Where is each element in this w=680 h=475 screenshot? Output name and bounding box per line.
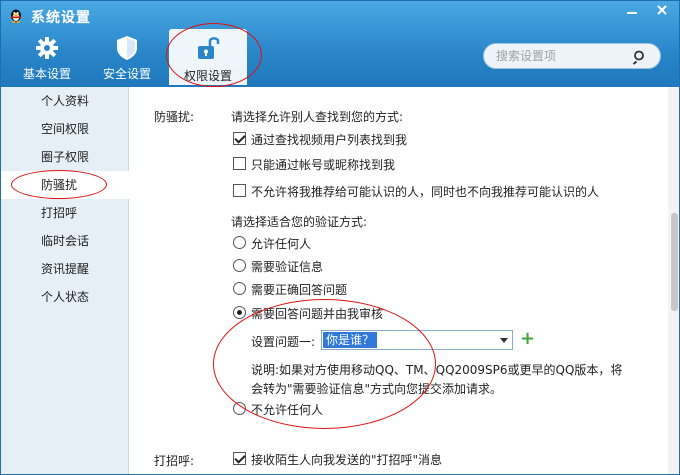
content-scrollbar[interactable] — [668, 87, 679, 474]
sidebar-item-profile[interactable]: 个人资料 — [1, 87, 129, 115]
add-question-icon[interactable]: + — [520, 330, 535, 348]
title-bar: 系统设置 — [1, 1, 679, 29]
tab-permission-settings[interactable]: 权限设置 — [169, 29, 247, 85]
greeting-receive-checkbox[interactable] — [233, 452, 246, 465]
section-label-harassment: 防骚扰: — [154, 110, 195, 124]
search-box[interactable] — [483, 43, 661, 69]
section-label-greeting: 打招呼: — [154, 454, 195, 468]
close-button[interactable] — [649, 3, 675, 23]
settings-content: 防骚扰: 请选择允许别人查找到您的方式: 通过查找视频用户列表找到我 只能通过帐… — [130, 87, 668, 474]
verify-method-prompt: 请选择适合您的验证方式: — [231, 215, 368, 229]
sidebar-item-greeting[interactable]: 打招呼 — [1, 199, 129, 227]
verify-option-label[interactable]: 需要正确回答问题 — [251, 281, 347, 298]
tab-basic-settings[interactable]: 基本设置 — [11, 31, 83, 83]
verify-option-label[interactable]: 不允许任何人 — [251, 401, 323, 418]
question-select-value: 你是谁？ — [323, 332, 378, 348]
find-option-video-list-checkbox[interactable] — [233, 132, 246, 145]
search-input[interactable] — [496, 48, 636, 64]
find-option-label[interactable]: 只能通过帐号或昵称找到我 — [251, 156, 395, 173]
sidebar-item-news-alert[interactable]: 资讯提醒 — [1, 255, 129, 283]
qq-penguin-icon — [11, 9, 21, 23]
verify-option-label[interactable]: 允许任何人 — [251, 235, 311, 252]
header-bar: 系统设置 基本设置 安全设置 权限设置 搜索设置项 — [1, 1, 679, 87]
sidebar-item-personal-status[interactable]: 个人状态 — [1, 283, 129, 311]
tab-label: 基本设置 — [22, 67, 71, 81]
find-option-label[interactable]: 通过查找视频用户列表找到我 — [251, 131, 407, 148]
verification-note-line1: 说明:如果对方使用移动QQ、TM、QQ2009SP6或更早的QQ版本，将 — [251, 363, 623, 377]
close-icon — [657, 5, 667, 15]
minimize-button[interactable] — [619, 3, 645, 23]
greeting-option-label[interactable]: 接收陌生人向我发送的"打招呼"消息 — [251, 451, 442, 468]
question-label: 设置问题一: — [251, 335, 316, 349]
gear-icon — [36, 37, 58, 59]
sidebar: 个人资料 空间权限 圈子权限 防骚扰 打招呼 临时会话 资讯提醒 个人状态 — [1, 87, 129, 474]
sidebar-item-anti-harassment[interactable]: 防骚扰 — [1, 171, 129, 199]
tab-security-settings[interactable]: 安全设置 — [91, 31, 163, 83]
settings-window: 系统设置 基本设置 安全设置 权限设置 搜索设置项 个人资料 空间权限 圈子权限… — [0, 0, 680, 475]
find-option-account-only-checkbox[interactable] — [233, 157, 246, 170]
scroll-thumb[interactable] — [671, 213, 678, 311]
verify-correct-answer-radio[interactable] — [233, 282, 246, 295]
minimize-icon — [627, 12, 637, 14]
verify-option-label[interactable]: 需要验证信息 — [251, 258, 323, 275]
search-icon[interactable] — [632, 49, 648, 65]
tab-label: 安全设置 — [102, 67, 151, 81]
verify-allow-anyone-radio[interactable] — [233, 236, 246, 249]
verification-note-line2: 会转为"需要验证信息"方式向您提交添加请求。 — [251, 382, 503, 396]
verify-option-label[interactable]: 需要回答问题并由我审核 — [251, 305, 383, 322]
unlock-icon — [198, 37, 220, 59]
chevron-down-icon[interactable] — [500, 338, 508, 343]
verify-answer-and-review-radio[interactable] — [233, 306, 246, 319]
tab-label: 权限设置 — [183, 69, 232, 83]
sidebar-item-circle-permission[interactable]: 圈子权限 — [1, 143, 129, 171]
shield-icon — [117, 36, 137, 60]
question-select[interactable]: 你是谁？ — [321, 330, 513, 350]
sidebar-item-space-permission[interactable]: 空间权限 — [1, 115, 129, 143]
window-title: 系统设置 — [31, 10, 91, 26]
verify-need-info-radio[interactable] — [233, 259, 246, 272]
find-option-label[interactable]: 不允许将我推荐给可能认识的人，同时也不向我推荐可能认识的人 — [251, 183, 599, 200]
verify-deny-all-radio[interactable] — [233, 402, 246, 415]
find-method-prompt: 请选择允许别人查找到您的方式: — [231, 110, 404, 124]
find-option-no-recommend-checkbox[interactable] — [233, 184, 246, 197]
sidebar-item-temp-session[interactable]: 临时会话 — [1, 227, 129, 255]
